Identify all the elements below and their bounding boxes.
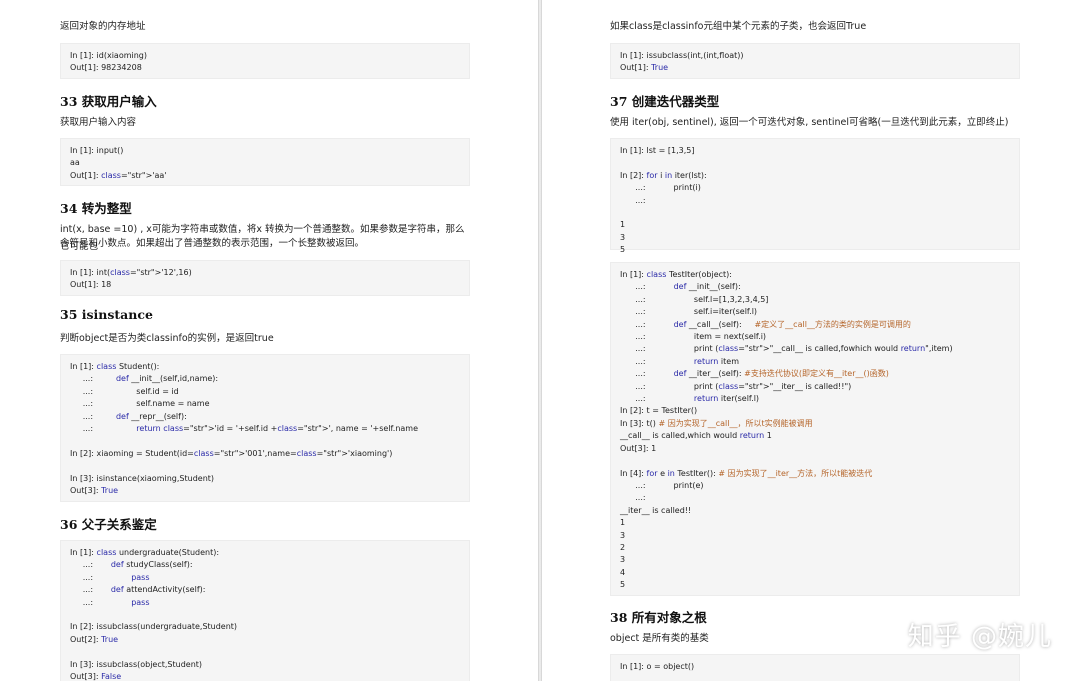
code-line: ...: return class="str">'id = '+self.id … [70, 424, 419, 434]
code-line: ...: self.id = id [70, 386, 179, 396]
code-block-isinstance: In [1]: class Student(): ...: def __init… [60, 354, 470, 502]
code-line: Out[3]: False [70, 672, 122, 681]
code-line: In [3]: t() # 因为实现了__call__，所以t实例能被调用 [620, 418, 813, 428]
code-line: In [2]: for i in iter(lst): [620, 170, 707, 180]
code-line: In [1]: lst = [1,3,5] [620, 146, 695, 155]
code-line: ...: def __iter__(self): #支持迭代协议(即定义有__i… [620, 369, 889, 379]
code-line: 4 [620, 567, 626, 577]
code-line: ...: def __init__(self): [620, 282, 741, 292]
section-33-title: 33 获取用户输入 [60, 94, 157, 109]
section-34-title: 34 转为整型 [60, 201, 132, 216]
code-line: In [2]: xiaoming = Student(id=class="str… [70, 448, 393, 458]
code-line: In [1]: class TestIter(object): [620, 270, 732, 279]
book-spread: 返回对象的内存地址 In [1]: id(xiaoming) Out[1]: 98… [0, 0, 1080, 681]
code-line: In [3]: isinstance(xiaoming,Student) [70, 473, 215, 483]
code-line: In [1]: id(xiaoming) [70, 51, 148, 60]
code-line: __iter__ is called!! [620, 505, 692, 515]
code-line: In [1]: int(class="str">'12',16) [70, 268, 192, 277]
code-line: Out[3]: 1 [620, 443, 657, 453]
code-line: In [2]: t = TestIter() [620, 406, 698, 416]
code-line: Out[1]: class="str">'aa' [70, 170, 167, 180]
code-line: aa [70, 158, 80, 168]
code-line: Out[2]: True [70, 634, 119, 644]
code-block-int: In [1]: int(class="str">'12',16) Out[1]: … [60, 260, 470, 296]
code-line: 1 [620, 220, 626, 230]
code-block-object: In [1]: o = object() [610, 654, 1020, 681]
code-line: ...: return iter(self.l) [620, 394, 760, 404]
code-line: ...: def __init__(self,id,name): [70, 374, 219, 384]
code-line: In [3]: issubclass(object,Student) [70, 659, 203, 669]
intro-text-right: 如果class是classinfo元组中某个元素的子类，也会返回True [610, 21, 867, 32]
code-line: 3 [620, 232, 626, 242]
section-35-desc: 判断object是否为类classinfo的实例，是返回true [60, 333, 274, 344]
code-line: 1 [620, 518, 626, 528]
code-block-issubclass-tuple: In [1]: issubclass(int,(int,float)) Out[1… [610, 43, 1020, 79]
code-line: In [1]: o = object() [620, 662, 695, 671]
code-line: ...: self.l=[1,3,2,3,4,5] [620, 294, 769, 304]
code-line: In [1]: issubclass(int,(int,float)) [620, 51, 744, 60]
code-line: ...: [620, 195, 646, 205]
section-37-title: 37 创建迭代器类型 [610, 94, 720, 109]
code-line: ...: [620, 493, 646, 503]
code-line: ...: print(i) [620, 183, 701, 193]
code-line: ...: def attendActivity(self): [70, 585, 206, 595]
code-line: Out[1]: 18 [70, 280, 112, 290]
code-block-testiter: In [1]: class TestIter(object): ...: def… [610, 262, 1020, 596]
code-line: Out[1]: 98234208 [70, 63, 142, 73]
section-35-title: 35 isinstance [60, 307, 153, 322]
code-line: ...: self.i=iter(self.l) [620, 307, 758, 317]
code-line: In [1]: class undergraduate(Student): [70, 548, 220, 557]
code-line: ...: pass [70, 597, 150, 607]
code-line: 5 [620, 580, 626, 590]
code-line: ...: def __call__(self): #定义了__call__方法的… [620, 319, 911, 329]
section-36-title: 36 父子关系鉴定 [60, 517, 157, 532]
code-line: ...: def __repr__(self): [70, 411, 187, 421]
code-block-issubclass: In [1]: class undergraduate(Student): ..… [60, 540, 470, 681]
code-line: 2 [620, 542, 626, 552]
code-line: 3 [620, 530, 626, 540]
code-line: 5 [620, 245, 626, 255]
section-37-desc: 使用 iter(obj, sentinel), 返回一个可迭代对象, senti… [610, 117, 1009, 128]
code-line: __call__ is called,which would return 1 [620, 431, 772, 441]
code-block-id: In [1]: id(xiaoming) Out[1]: 98234208 [60, 43, 470, 79]
section-33-desc: 获取用户输入内容 [60, 117, 137, 128]
right-page: 如果class是classinfo元组中某个元素的子类，也会返回True In … [542, 0, 1080, 681]
code-line: Out[3]: True [70, 486, 119, 496]
code-line: ...: return item [620, 356, 739, 366]
code-line: ...: print(e) [620, 480, 704, 490]
watermark: 知乎 @婉儿 [907, 622, 1052, 652]
code-line: ...: self.name = name [70, 399, 210, 409]
code-line: In [1]: class Student(): [70, 362, 160, 371]
left-page: 返回对象的内存地址 In [1]: id(xiaoming) Out[1]: 98… [0, 0, 538, 681]
code-line: ...: print (class="str">"__call__ is cal… [620, 344, 953, 354]
code-line: ...: print (class="str">"__iter__ is cal… [620, 381, 852, 391]
section-34-desc-2: 含符号和小数点。如果超出了普通整数的表示范围，一个长整数被返回。 [60, 238, 365, 249]
code-line: ...: item = next(self.i) [620, 332, 767, 342]
code-line: Out[1]: True [620, 63, 669, 73]
code-block-input: In [1]: input() aa Out[1]: class="str">'aa… [60, 138, 470, 186]
code-line: In [1]: input() [70, 146, 124, 155]
code-block-iter-list: In [1]: lst = [1,3,5] In [2]: for i in i… [610, 138, 1020, 254]
intro-text: 返回对象的内存地址 [60, 21, 146, 32]
code-line: ...: def studyClass(self): [70, 560, 193, 570]
code-line: In [4]: for e in TestIter(): # 因为实现了__it… [620, 468, 873, 478]
code-line: In [2]: issubclass(undergraduate,Student… [70, 622, 238, 632]
code-line: ...: pass [70, 572, 150, 582]
code-line: 3 [620, 555, 626, 565]
